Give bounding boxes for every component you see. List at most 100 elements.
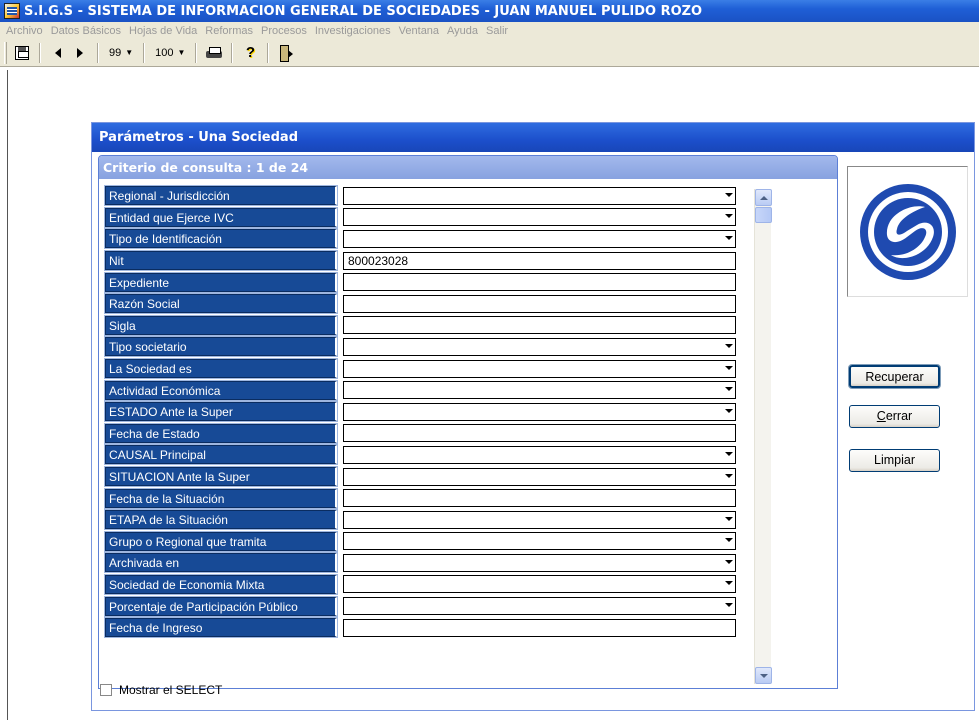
- criteria-value: 800023028: [348, 253, 409, 268]
- criteria-input[interactable]: [343, 618, 736, 637]
- chevron-down-icon[interactable]: [725, 365, 733, 370]
- criteria-dropdown[interactable]: [343, 510, 736, 529]
- criteria-dropdown[interactable]: [343, 359, 736, 378]
- criteria-row: Sociedad de Economia Mixta: [104, 573, 757, 596]
- criteria-row: Tipo societario: [104, 336, 757, 358]
- cerrar-button[interactable]: Cerrar: [849, 405, 940, 428]
- prev-button[interactable]: [47, 42, 69, 64]
- logo-icon: [859, 183, 956, 280]
- chevron-down-icon[interactable]: [725, 235, 733, 240]
- criteria-dropdown[interactable]: [343, 445, 736, 464]
- scroll-down-button[interactable]: [755, 667, 772, 684]
- criteria-input[interactable]: [343, 424, 736, 443]
- prev-icon: [55, 47, 61, 58]
- criteria-input[interactable]: 800023028: [343, 251, 736, 270]
- chevron-down-icon[interactable]: [725, 451, 733, 456]
- criteria-row: Entidad que Ejerce IVC: [104, 206, 757, 229]
- chevron-down-icon: ▼: [125, 48, 134, 57]
- parameters-window: Parámetros - Una Sociedad Criterio de co…: [91, 122, 975, 711]
- menu-ventana[interactable]: Ventana: [395, 25, 443, 37]
- menu-datos-basicos[interactable]: Datos Básicos: [47, 25, 125, 37]
- mdi-frame-border: [7, 70, 8, 720]
- criteria-dropdown[interactable]: [343, 532, 736, 551]
- menu-reformas[interactable]: Reformas: [201, 25, 257, 37]
- chevron-down-icon[interactable]: [725, 192, 733, 197]
- zoom-combo-value: 100: [155, 46, 174, 59]
- recuperar-button[interactable]: Recuperar: [848, 364, 941, 389]
- criteria-row: Actividad Económica: [104, 379, 757, 401]
- criteria-row: La Sociedad es: [104, 358, 757, 380]
- toolbar: 99 ▼ 100 ▼ ?: [0, 39, 979, 67]
- save-icon: [15, 45, 29, 60]
- criteria-group: Criterio de consulta : 1 de 24 Regional …: [98, 155, 838, 689]
- criteria-label: Grupo o Regional que tramita: [104, 530, 338, 552]
- criteria-dropdown[interactable]: [343, 467, 736, 486]
- exit-button[interactable]: [275, 42, 297, 64]
- criteria-row: Regional - Jurisdicción: [104, 185, 757, 207]
- criteria-label: Nit: [104, 250, 338, 272]
- criteria-row: Fecha de la Situación: [104, 487, 757, 509]
- printer-icon: [206, 46, 223, 59]
- criteria-dropdown[interactable]: [343, 381, 736, 400]
- criteria-input[interactable]: [343, 489, 736, 508]
- chevron-down-icon[interactable]: [725, 559, 733, 564]
- toolbar-grip[interactable]: [4, 41, 7, 64]
- limpiar-button[interactable]: Limpiar: [849, 449, 940, 472]
- menu-ayuda[interactable]: Ayuda: [443, 25, 482, 37]
- menu-hojas-de-vida[interactable]: Hojas de Vida: [125, 25, 201, 37]
- menu-investigaciones[interactable]: Investigaciones: [311, 25, 395, 37]
- chevron-down-icon[interactable]: [725, 538, 733, 543]
- parameters-window-title: Parámetros - Una Sociedad: [92, 123, 974, 152]
- toolbar-separator: [231, 42, 234, 63]
- cerrar-button-label: errar: [885, 409, 913, 423]
- record-combo[interactable]: 99 ▼: [105, 47, 137, 59]
- criteria-group-title: Criterio de consulta : 1 de 24: [99, 156, 837, 179]
- criteria-input[interactable]: [343, 273, 736, 292]
- criteria-dropdown[interactable]: [343, 597, 736, 616]
- criteria-label: Sociedad de Economia Mixta: [104, 573, 338, 595]
- menu-archivo[interactable]: Archivo: [2, 25, 47, 37]
- criteria-dropdown[interactable]: [343, 575, 736, 594]
- criteria-row: ETAPA de la Situación: [104, 509, 757, 531]
- show-select-option[interactable]: Mostrar el SELECT: [100, 683, 222, 697]
- print-button[interactable]: [203, 42, 225, 64]
- chevron-down-icon[interactable]: [725, 581, 733, 586]
- criteria-input[interactable]: [343, 294, 736, 313]
- exit-icon: [279, 44, 294, 62]
- criteria-row: Tipo de Identificación: [104, 228, 757, 250]
- menu-salir[interactable]: Salir: [482, 25, 512, 37]
- criteria-input[interactable]: [343, 316, 736, 335]
- criteria-row: Expediente: [104, 271, 757, 293]
- chevron-down-icon[interactable]: [725, 387, 733, 392]
- criteria-dropdown[interactable]: [343, 402, 736, 421]
- cerrar-button-mnemonic: C: [876, 409, 886, 423]
- criteria-row: Sigla: [104, 314, 757, 337]
- chevron-down-icon[interactable]: [725, 473, 733, 478]
- criteria-dropdown[interactable]: [343, 337, 736, 356]
- show-select-checkbox[interactable]: [100, 684, 112, 696]
- criteria-dropdown[interactable]: [343, 553, 736, 572]
- next-icon: [77, 47, 83, 58]
- chevron-down-icon[interactable]: [725, 408, 733, 413]
- scroll-up-button[interactable]: [755, 189, 772, 206]
- criteria-label: Entidad que Ejerce IVC: [104, 206, 338, 228]
- help-button[interactable]: ?: [239, 42, 261, 64]
- criteria-dropdown[interactable]: [343, 208, 736, 227]
- criteria-dropdown[interactable]: [343, 186, 736, 205]
- criteria-label: Fecha de la Situación: [104, 487, 338, 509]
- criteria-dropdown[interactable]: [343, 229, 736, 248]
- criteria-row: Fecha de Ingreso: [104, 617, 757, 639]
- scroll-thumb[interactable]: [755, 207, 772, 223]
- save-button[interactable]: [11, 42, 33, 64]
- chevron-down-icon[interactable]: [725, 516, 733, 521]
- next-button[interactable]: [69, 42, 91, 64]
- criteria-scrollbar[interactable]: [754, 189, 772, 684]
- zoom-combo[interactable]: 100 ▼: [151, 47, 189, 59]
- chevron-down-icon[interactable]: [725, 343, 733, 348]
- criteria-label: Archivada en: [104, 552, 338, 574]
- menu-procesos[interactable]: Procesos: [257, 25, 311, 37]
- criteria-label: Tipo de Identificación: [104, 228, 338, 250]
- chevron-down-icon[interactable]: [725, 214, 733, 219]
- chevron-down-icon[interactable]: [725, 603, 733, 608]
- toolbar-separator: [97, 42, 99, 63]
